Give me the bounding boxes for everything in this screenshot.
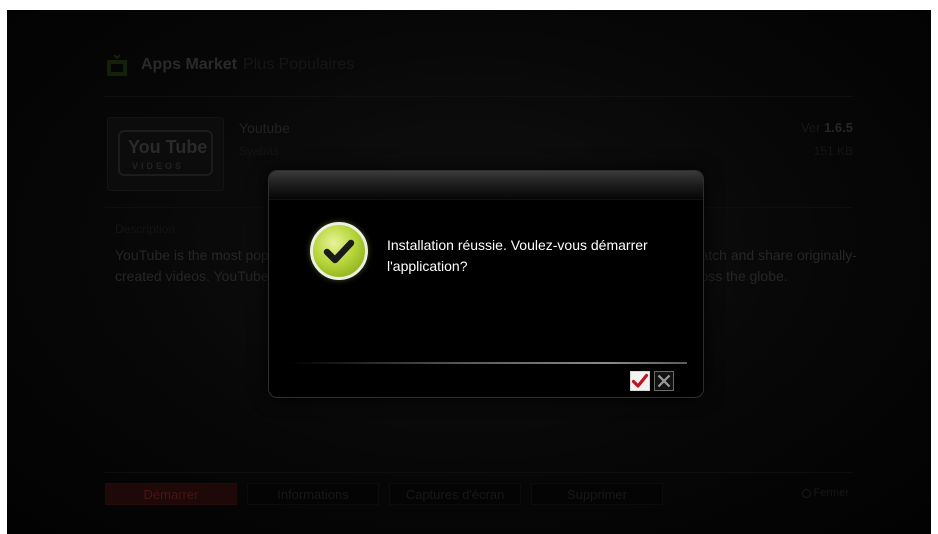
close-icon <box>657 374 671 388</box>
app-name: Youtube <box>239 120 290 136</box>
app-title: Apps Market <box>141 56 238 73</box>
version-label: Ver <box>800 120 821 135</box>
app-size: 151 KB <box>813 144 853 158</box>
action-buttons: Démarrer Informations Captures d'écran S… <box>105 483 673 505</box>
screenshots-button[interactable]: Captures d'écran <box>389 483 521 505</box>
app-version: Ver 1.6.5 <box>801 120 853 135</box>
apps-market-logo-icon <box>105 54 129 76</box>
app-vendor: Syabas <box>239 144 280 158</box>
check-icon <box>631 373 649 388</box>
start-button[interactable]: Démarrer <box>105 483 237 505</box>
bottom-divider <box>105 472 853 473</box>
header-divider <box>105 96 853 97</box>
delete-button[interactable]: Supprimer <box>531 483 663 505</box>
dialog-message: Installation réussie. Voulez-vous démarr… <box>387 237 648 274</box>
clock-icon <box>801 488 811 498</box>
dialog-title-bar <box>269 171 703 200</box>
page-header: Apps Market Plus Populaires <box>105 54 354 76</box>
section-title: Plus Populaires <box>243 56 355 73</box>
youtube-logo-icon: You Tube VIDEOS <box>118 130 213 176</box>
close-hint-label: Fermer <box>813 487 849 499</box>
info-button[interactable]: Informations <box>247 483 379 505</box>
thumbnail-subtext: VIDEOS <box>132 161 185 171</box>
confirm-button[interactable] <box>630 371 650 391</box>
thumbnail-text: You Tube <box>128 137 208 157</box>
install-success-dialog: Installation réussie. Voulez-vous démarr… <box>268 170 704 398</box>
tv-screen: Apps Market Plus Populaires You Tube VID… <box>7 10 931 534</box>
cancel-button[interactable] <box>654 371 674 391</box>
close-hint[interactable]: Fermer <box>801 487 849 499</box>
description-label: Description <box>115 222 176 236</box>
success-check-icon <box>310 222 368 280</box>
version-number: 1.6.5 <box>824 120 853 135</box>
dialog-divider <box>289 362 687 364</box>
app-thumbnail: You Tube VIDEOS <box>107 117 224 191</box>
